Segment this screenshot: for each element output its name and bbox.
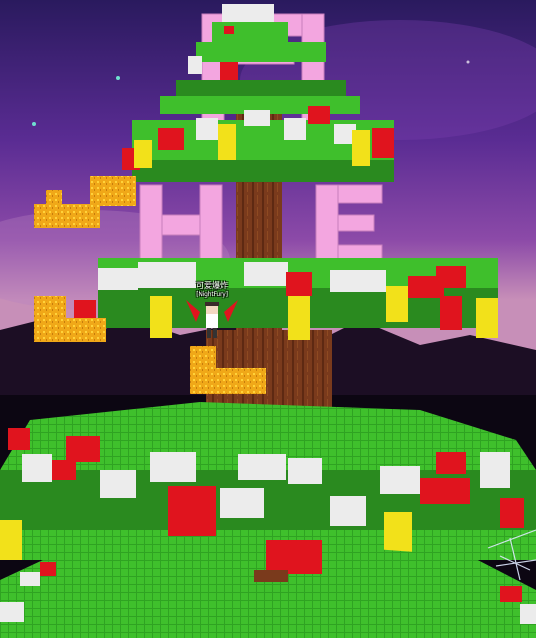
player-name: 可爱爆炸 [196,281,228,290]
tree-middle-tier [74,258,498,340]
player-nametag: 可爱爆炸 [NightFury] [186,281,238,299]
player-guild-tag: [NightFury] [196,291,228,298]
pink-letter-e [315,184,383,266]
game-viewport[interactable] [0,0,536,638]
